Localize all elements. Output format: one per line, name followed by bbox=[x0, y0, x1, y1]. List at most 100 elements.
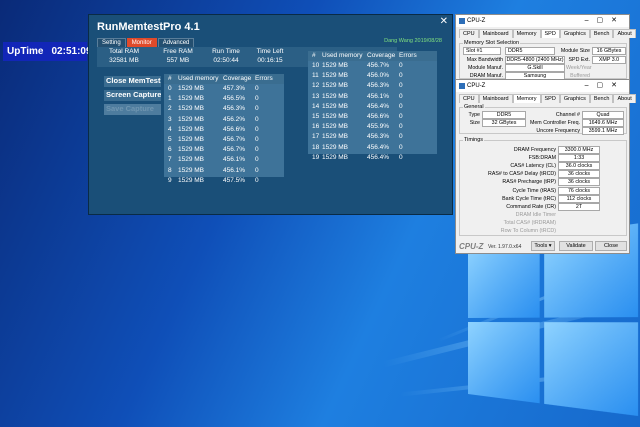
table-cell: 1529 MB bbox=[322, 133, 349, 141]
cpuz-footer: CPU-Z Ver. 1.97.0.x64 Tools ▾ Validate C… bbox=[456, 239, 629, 253]
timing-label: CAS# Latency (CL) bbox=[510, 163, 556, 170]
timing-label: Bank Cycle Time (tRC) bbox=[502, 195, 556, 202]
summary-header: Free RAM bbox=[163, 48, 193, 55]
summary-header: Total RAM bbox=[109, 48, 139, 55]
table-cell: 1529 MB bbox=[322, 143, 349, 151]
window-controls[interactable]: –▢✕ bbox=[585, 80, 625, 92]
table-cell: 456.1% bbox=[223, 166, 246, 174]
table-cell: 0 bbox=[255, 95, 259, 103]
max-bandwidth-label: Max Bandwidth bbox=[466, 57, 503, 63]
table-row: 12 1529 MB 456.3% 0 bbox=[308, 81, 437, 91]
close-button[interactable]: Close bbox=[595, 241, 627, 251]
timing-value: 76 clocks bbox=[558, 186, 600, 195]
tab-bench[interactable]: Bench bbox=[589, 29, 614, 38]
table-row: 18 1529 MB 456.4% 0 bbox=[308, 143, 437, 153]
timing-label: DRAM Frequency bbox=[513, 147, 556, 153]
tab-bench[interactable]: Bench bbox=[589, 94, 614, 103]
table-cell: 1529 MB bbox=[322, 112, 349, 120]
channel-label: Channel # bbox=[555, 112, 580, 118]
table-row: 2 1529 MB 456.3% 0 bbox=[164, 104, 284, 114]
module-size-label: Module Size bbox=[560, 48, 590, 54]
week-year-label: Week/Year bbox=[566, 65, 592, 71]
timing-value: 36 clocks bbox=[558, 170, 600, 179]
tab-mainboard[interactable]: Mainboard bbox=[478, 29, 513, 38]
mem-controller-freq-value: 1649.6 MHz bbox=[582, 119, 624, 127]
table-cell: 1 bbox=[168, 95, 172, 103]
uncore-frequency-label: Uncore Frequency bbox=[536, 128, 580, 134]
author-label: Dang Wang 2019/08/28 bbox=[384, 38, 442, 44]
table-cell: 455.9% bbox=[367, 123, 390, 131]
table-cell: 456.4% bbox=[367, 143, 390, 151]
table-cell: 1529 MB bbox=[322, 62, 349, 69]
tab-mainboard[interactable]: Mainboard bbox=[478, 94, 513, 103]
summary-free-ram: Free RAM 557 MB bbox=[153, 47, 203, 65]
cpuz-app-icon bbox=[459, 83, 465, 89]
mem-controller-freq-label: Mem Controller Freq. bbox=[529, 120, 580, 126]
column-header: Used memory bbox=[322, 52, 363, 59]
tab-cpu[interactable]: CPU bbox=[459, 29, 479, 38]
group-label: Timings bbox=[463, 137, 485, 143]
timing-value: 1:33 bbox=[558, 154, 600, 163]
slot-select[interactable]: Slot #1 bbox=[463, 47, 501, 55]
memory-grid-left: # Used memory Coverage Errors 0 1529 MB 457.3%… bbox=[164, 74, 284, 184]
table-cell: 0 bbox=[255, 115, 259, 123]
summary-header: Run Time bbox=[212, 48, 240, 55]
table-cell: 0 bbox=[255, 85, 259, 92]
tab-spd[interactable]: SPD bbox=[540, 94, 560, 103]
timing-value: 36 clocks bbox=[558, 178, 600, 187]
column-header: # bbox=[312, 52, 316, 59]
timing-label: RAS# Precharge (tRP) bbox=[502, 179, 556, 186]
grid-header: # Used memory Coverage Errors bbox=[164, 74, 284, 84]
cpuz-spd-tabs: CPU Mainboard Memory SPD Graphics Bench … bbox=[459, 29, 636, 38]
save-capture-button[interactable]: Save Capture bbox=[104, 104, 161, 115]
table-cell: 1529 MB bbox=[178, 135, 205, 143]
column-header: Coverage bbox=[223, 75, 252, 82]
table-cell: 456.1% bbox=[223, 156, 246, 164]
table-cell: 456.2% bbox=[223, 115, 246, 123]
tab-spd[interactable]: SPD bbox=[540, 29, 560, 38]
table-row: 4 1529 MB 456.6% 0 bbox=[164, 125, 284, 135]
module-size-value: 16 GBytes bbox=[592, 47, 626, 55]
screen-capture-button[interactable]: Screen Capture bbox=[104, 90, 161, 101]
table-cell: 0 bbox=[255, 135, 259, 143]
tab-graphics[interactable]: Graphics bbox=[559, 94, 590, 103]
summary-time-left: Time Left 00:16:15 bbox=[245, 47, 295, 65]
summary-value: 557 MB bbox=[166, 57, 190, 64]
table-cell: 4 bbox=[168, 125, 172, 133]
table-cell: 6 bbox=[168, 146, 172, 154]
timing-label: DRAM Idle Timer bbox=[515, 211, 556, 218]
tab-cpu[interactable]: CPU bbox=[459, 94, 479, 103]
table-cell: 1529 MB bbox=[178, 166, 205, 174]
table-row: 14 1529 MB 456.4% 0 bbox=[308, 102, 437, 112]
summary-run-time: Run Time 02:50:44 bbox=[201, 47, 251, 65]
validate-button[interactable]: Validate bbox=[559, 241, 593, 251]
tab-about[interactable]: About bbox=[613, 29, 636, 38]
table-cell: 0 bbox=[399, 153, 403, 161]
table-cell: 0 bbox=[255, 146, 259, 154]
close-icon[interactable]: ✕ bbox=[440, 16, 448, 27]
tab-about[interactable]: About bbox=[613, 94, 636, 103]
table-row: 8 1529 MB 456.1% 0 bbox=[164, 166, 284, 176]
table-cell: 13 bbox=[312, 92, 320, 100]
tab-memory[interactable]: Memory bbox=[512, 94, 541, 103]
table-cell: 456.3% bbox=[367, 82, 390, 90]
tools-button[interactable]: Tools ▾ bbox=[531, 241, 555, 251]
spd-ext-label: SPD Ext. bbox=[568, 57, 591, 63]
column-header: Errors bbox=[399, 52, 417, 59]
table-cell: 0 bbox=[399, 92, 403, 100]
tab-memory[interactable]: Memory bbox=[512, 29, 541, 38]
close-memtest-button[interactable]: Close MemTest bbox=[104, 76, 161, 87]
table-cell: 18 bbox=[312, 143, 320, 151]
window-controls[interactable]: –▢✕ bbox=[585, 15, 625, 27]
column-header: # bbox=[168, 75, 172, 82]
table-row: 0 1529 MB 457.3% 0 bbox=[164, 84, 284, 94]
table-row: 6 1529 MB 456.7% 0 bbox=[164, 145, 284, 155]
summary-total-ram: Total RAM 32581 MB bbox=[99, 47, 149, 65]
table-cell: 7 bbox=[168, 156, 172, 164]
tab-graphics[interactable]: Graphics bbox=[559, 29, 590, 38]
table-cell: 0 bbox=[168, 85, 172, 92]
table-cell: 0 bbox=[255, 176, 259, 184]
memory-grid-right: # Used memory Coverage Errors 10 1529 MB 456.7… bbox=[308, 51, 437, 161]
column-header: Used memory bbox=[178, 75, 219, 82]
runmemtest-window: RunMemtestPro 4.1 ✕ Setting Monitor Adva… bbox=[88, 14, 453, 215]
